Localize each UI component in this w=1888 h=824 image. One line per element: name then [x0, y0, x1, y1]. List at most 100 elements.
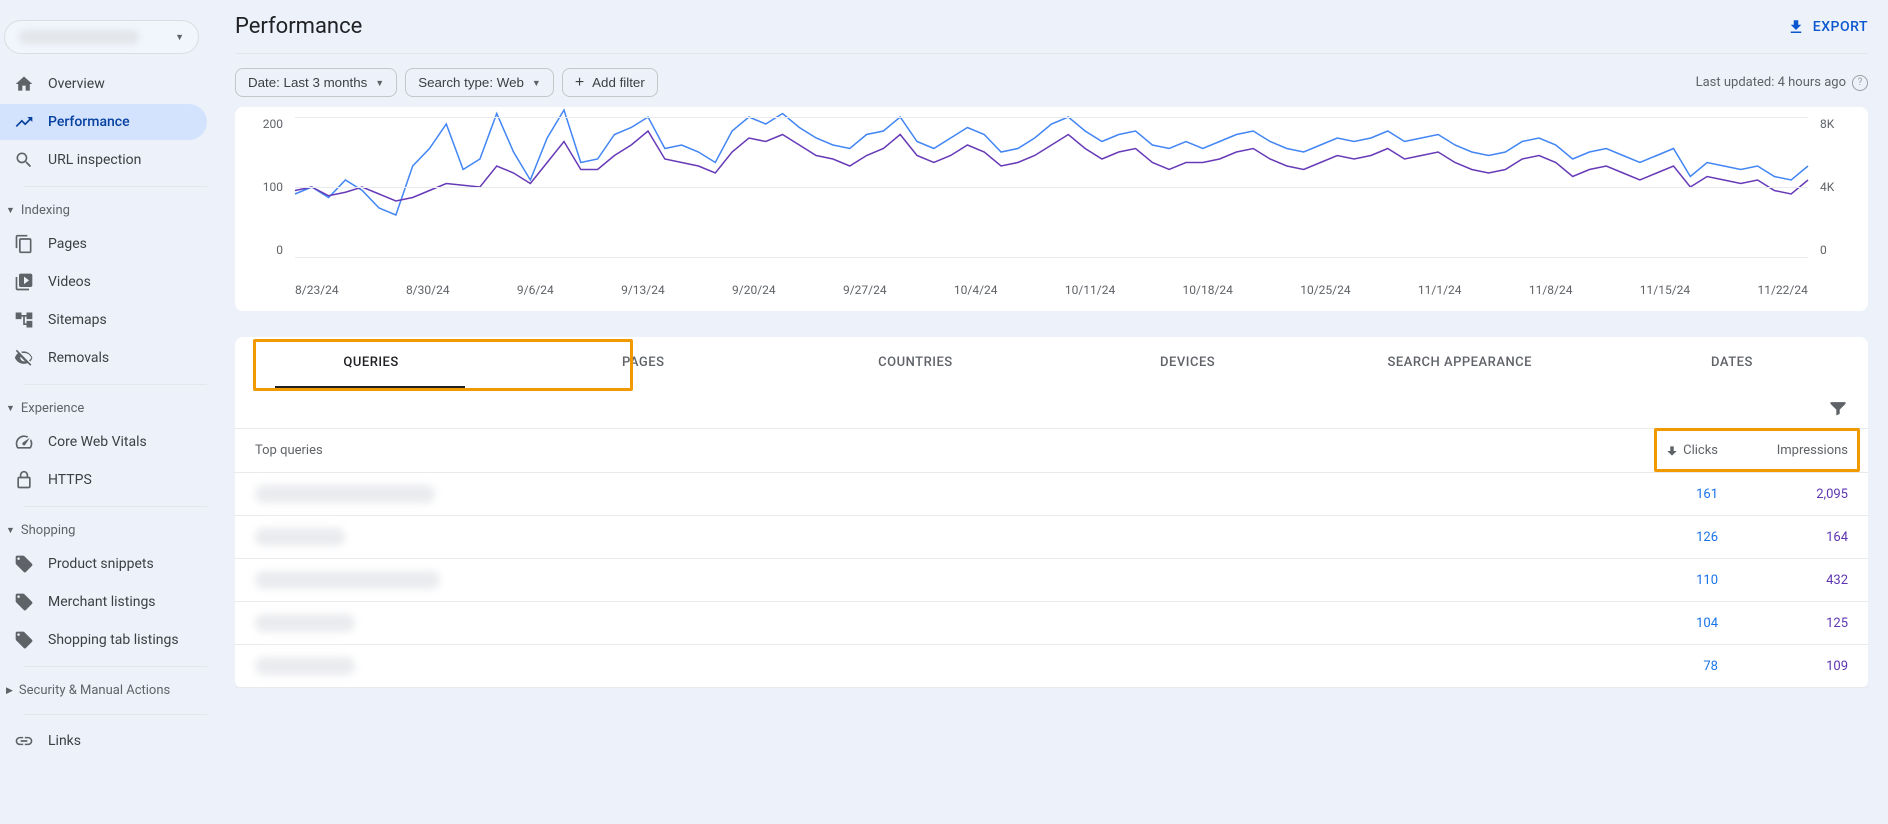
tab-search-appearance[interactable]: SEARCH APPEARANCE — [1324, 337, 1596, 388]
sidebar-item-merchant-listings[interactable]: Merchant listings — [0, 584, 207, 620]
impressions-value: 109 — [1718, 659, 1848, 674]
divider — [24, 186, 207, 187]
divider — [24, 714, 207, 715]
tag-icon — [14, 554, 34, 574]
page-header: Performance EXPORT — [235, 0, 1868, 53]
table-row[interactable]: 161 2,095 — [235, 473, 1868, 516]
column-header-impressions[interactable]: Impressions — [1718, 443, 1848, 458]
x-axis-labels: 8/23/248/30/249/6/249/13/249/20/249/27/2… — [253, 277, 1850, 297]
speed-icon — [14, 432, 34, 452]
search-type-filter-chip[interactable]: Search type: Web ▼ — [405, 68, 554, 97]
query-text-redacted — [255, 657, 355, 675]
impressions-value: 125 — [1718, 616, 1848, 631]
sidebar-item-label: URL inspection — [48, 152, 141, 168]
divider — [24, 384, 207, 385]
chart-card: 200 100 0 8K 4K 0 8/23/248/30/249/6/249/… — [235, 107, 1868, 311]
chart-area: 200 100 0 8K 4K 0 — [253, 117, 1850, 277]
date-filter-chip[interactable]: Date: Last 3 months ▼ — [235, 68, 397, 97]
table-header: Top queries Clicks Impressions — [235, 428, 1868, 473]
sort-down-icon — [1665, 444, 1679, 458]
column-header-clicks[interactable]: Clicks — [1598, 443, 1718, 458]
sidebar-item-pages[interactable]: Pages — [0, 226, 207, 262]
tab-devices[interactable]: DEVICES — [1052, 337, 1324, 388]
property-selector[interactable]: ▼ — [4, 20, 199, 54]
divider — [24, 506, 207, 507]
y-axis-left: 200 100 0 — [253, 117, 289, 257]
tabs-card: QUERIES PAGES COUNTRIES DEVICES SEARCH A… — [235, 337, 1868, 688]
chart-plot[interactable] — [295, 117, 1808, 257]
y-axis-right: 8K 4K 0 — [1814, 117, 1850, 257]
query-text-redacted — [255, 614, 355, 632]
clicks-value: 78 — [1598, 659, 1718, 674]
sidebar-item-sitemaps[interactable]: Sitemaps — [0, 302, 207, 338]
clicks-value: 126 — [1598, 530, 1718, 545]
clicks-value: 161 — [1598, 487, 1718, 502]
pages-icon — [14, 234, 34, 254]
clicks-value: 110 — [1598, 573, 1718, 588]
filters-row: Date: Last 3 months ▼ Search type: Web ▼… — [235, 53, 1868, 107]
export-button[interactable]: EXPORT — [1787, 18, 1868, 36]
table-row[interactable]: 126 164 — [235, 516, 1868, 559]
sidebar-section-indexing[interactable]: ▼ Indexing — [0, 195, 207, 226]
column-header-query: Top queries — [255, 443, 1598, 458]
query-text-redacted — [255, 571, 440, 589]
sidebar-item-links[interactable]: Links — [0, 723, 207, 759]
table-row[interactable]: 104 125 — [235, 602, 1868, 645]
visibility-off-icon — [14, 348, 34, 368]
sidebar-item-performance[interactable]: Performance — [0, 104, 207, 140]
clicks-value: 104 — [1598, 616, 1718, 631]
sitemap-icon — [14, 310, 34, 330]
sidebar-item-url-inspection[interactable]: URL inspection — [0, 142, 207, 178]
tab-active-indicator — [275, 386, 465, 388]
main-content: Performance EXPORT Date: Last 3 months ▼… — [215, 0, 1888, 824]
sidebar-item-label: Overview — [48, 76, 105, 92]
sidebar-section-security[interactable]: ▶ Security & Manual Actions — [0, 675, 207, 706]
sidebar-item-https[interactable]: HTTPS — [0, 462, 207, 498]
home-icon — [14, 74, 34, 94]
tab-countries[interactable]: COUNTRIES — [779, 337, 1051, 388]
sidebar-section-shopping[interactable]: ▼ Shopping — [0, 515, 207, 546]
property-name-redacted — [19, 30, 139, 44]
tab-queries[interactable]: QUERIES — [235, 337, 507, 388]
filter-icon[interactable] — [1828, 398, 1848, 418]
table-row[interactable]: 78 109 — [235, 645, 1868, 688]
link-icon — [14, 731, 34, 751]
table-filter-row — [235, 388, 1868, 428]
video-icon — [14, 272, 34, 292]
impressions-value: 2,095 — [1718, 487, 1848, 502]
sidebar-section-experience[interactable]: ▼ Experience — [0, 393, 207, 424]
query-text-redacted — [255, 528, 345, 546]
tab-dates[interactable]: DATES — [1596, 337, 1868, 388]
plus-icon: + — [575, 76, 584, 90]
last-updated-text: Last updated: 4 hours ago ? — [1696, 75, 1868, 91]
chevron-down-icon: ▼ — [6, 205, 15, 216]
query-text-redacted — [255, 485, 435, 503]
sidebar-item-shopping-tab-listings[interactable]: Shopping tab listings — [0, 622, 207, 658]
sidebar-item-removals[interactable]: Removals — [0, 340, 207, 376]
chevron-down-icon: ▼ — [6, 525, 15, 536]
sidebar-item-label: Performance — [48, 114, 130, 130]
help-icon[interactable]: ? — [1852, 75, 1868, 91]
add-filter-button[interactable]: + Add filter — [562, 68, 658, 97]
sidebar-item-core-web-vitals[interactable]: Core Web Vitals — [0, 424, 207, 460]
download-icon — [1787, 18, 1805, 36]
tabs-row: QUERIES PAGES COUNTRIES DEVICES SEARCH A… — [235, 337, 1868, 388]
chevron-right-icon: ▶ — [6, 686, 13, 696]
page-title: Performance — [235, 14, 362, 39]
chevron-down-icon: ▼ — [175, 32, 184, 43]
impressions-value: 432 — [1718, 573, 1848, 588]
tag-icon — [14, 630, 34, 650]
tag-icon — [14, 592, 34, 612]
sidebar-item-videos[interactable]: Videos — [0, 264, 207, 300]
sidebar-item-overview[interactable]: Overview — [0, 66, 207, 102]
chevron-down-icon: ▼ — [6, 403, 15, 414]
chevron-down-icon: ▼ — [532, 78, 541, 88]
sidebar-item-product-snippets[interactable]: Product snippets — [0, 546, 207, 582]
impressions-value: 164 — [1718, 530, 1848, 545]
table-row[interactable]: 110 432 — [235, 559, 1868, 602]
tab-pages[interactable]: PAGES — [507, 337, 779, 388]
sidebar: ▼ Overview Performance URL inspection ▼ … — [0, 0, 215, 824]
lock-icon — [14, 470, 34, 490]
table-body: 161 2,095 126 164 110 432 104 125 78 109 — [235, 473, 1868, 688]
trending-up-icon — [14, 112, 34, 132]
